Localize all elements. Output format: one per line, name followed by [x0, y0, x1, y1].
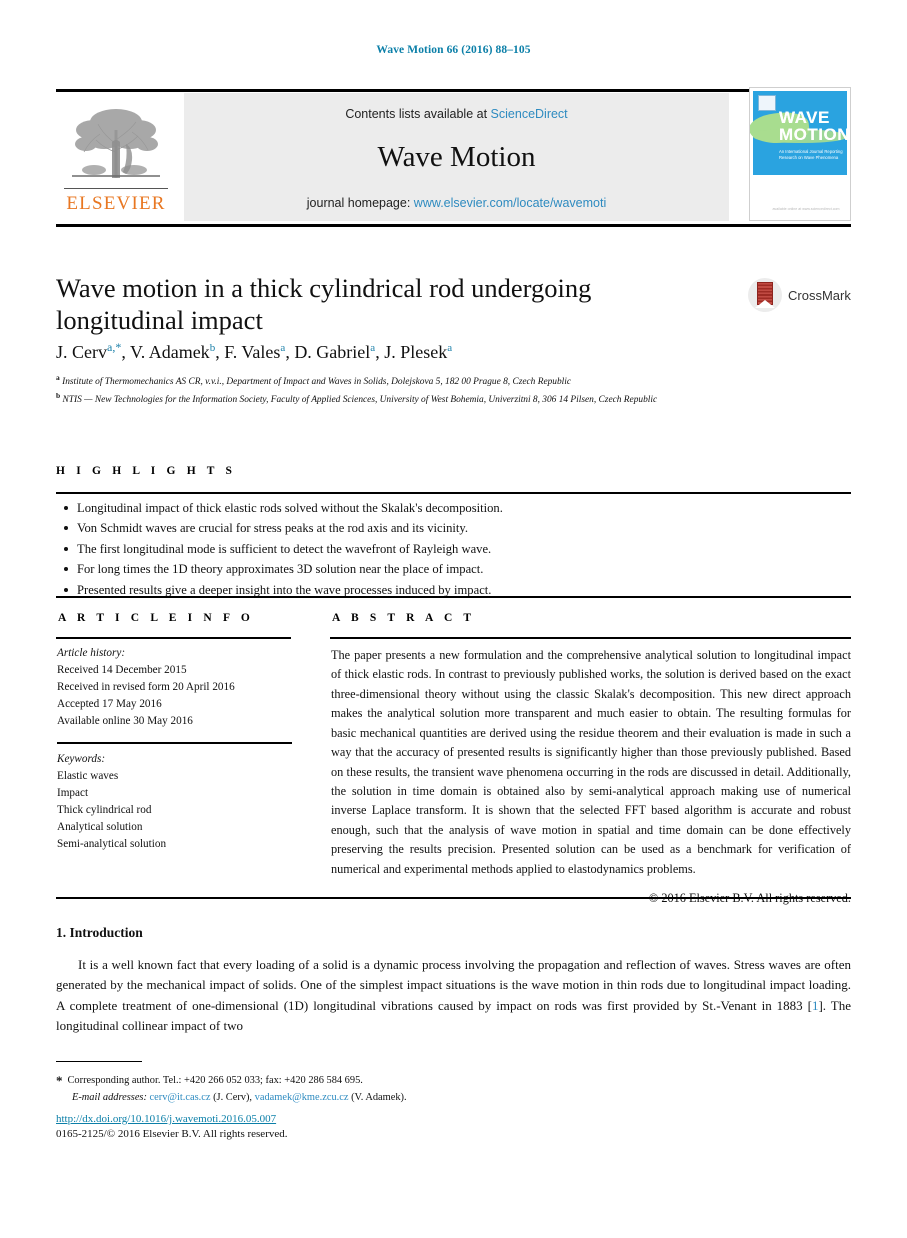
abstract-text: The paper presents a new formulation and… [331, 648, 851, 876]
affiliation-item: b NTIS — New Technologies for the Inform… [56, 390, 816, 408]
homepage-line: journal homepage: www.elsevier.com/locat… [307, 196, 606, 210]
masthead-bottom-rule [56, 224, 851, 227]
affiliation-item: a Institute of Thermomechanics AS CR, v.… [56, 372, 816, 390]
crossmark-icon [748, 278, 782, 312]
keywords-heading: Keywords: [57, 752, 106, 765]
affiliation-mark: a [56, 373, 60, 382]
article-page: Wave Motion 66 (2016) 88–105 ELSEVIER Co… [0, 0, 907, 1238]
email-line: E-mail addresses: cerv@it.cas.cz (J. Cer… [56, 1090, 656, 1107]
contents-prefix: Contents lists available at [345, 106, 488, 121]
corresponding-author-line: * Corresponding author. Tel.: +420 266 05… [56, 1068, 656, 1090]
elsevier-divider [64, 187, 168, 189]
doi-link[interactable]: http://dx.doi.org/10.1016/j.wavemoti.201… [56, 1113, 276, 1125]
author-name: V. Adamek [130, 342, 210, 362]
cover-title-line-1: WAVE [779, 108, 830, 127]
footnote-block: * Corresponding author. Tel.: +420 266 05… [56, 1068, 656, 1107]
highlights-bottom-rule [56, 596, 851, 598]
history-item: Received in revised form 20 April 2016 [57, 681, 235, 694]
keyword-item: Impact [57, 786, 89, 799]
author-marks: b [209, 342, 216, 354]
journal-title: Wave Motion [377, 140, 536, 173]
affiliation-text: Institute of Thermomechanics AS CR, v.v.… [62, 377, 572, 388]
list-item: For long times the 1D theory approximate… [60, 559, 850, 579]
elsevier-logo: ELSEVIER [56, 93, 176, 221]
crossmark-label: CrossMark [788, 287, 851, 303]
affiliation-mark: b [56, 390, 61, 400]
article-info-column: Article history: Received 14 December 20… [57, 645, 307, 853]
keyword-item: Analytical solution [57, 820, 143, 833]
author-marks: a [370, 342, 376, 354]
journal-cover-thumbnail: WAVE MOTION An International Journal Rep… [749, 87, 851, 221]
abstract-heading: A B S T R A C T [332, 612, 476, 624]
journal-homepage-link[interactable]: www.elsevier.com/locate/wavemoti [414, 196, 606, 210]
article-info-heading: A R T I C L E I N F O [58, 612, 254, 624]
keyword-item: Semi-analytical solution [57, 837, 167, 850]
author-marks: a,* [107, 340, 122, 354]
issn-copyright-line: 0165-2125/© 2016 Elsevier B.V. All right… [56, 1128, 288, 1140]
abstract-column: The paper presents a new formulation and… [331, 646, 851, 908]
highlights-list: Longitudinal impact of thick elastic rod… [60, 498, 850, 600]
cover-subtitle: An International Journal Reporting Resea… [779, 149, 843, 160]
elsevier-tree-icon [72, 108, 160, 178]
crossmark-badge[interactable]: CrossMark [748, 277, 853, 313]
keyword-item: Elastic waves [57, 769, 119, 782]
abstract-copyright: © 2016 Elsevier B.V. All rights reserved… [331, 889, 851, 908]
article-info-divider [57, 742, 292, 744]
elsevier-wordmark: ELSEVIER [66, 193, 166, 214]
author-name: F. Vales [224, 342, 281, 362]
article-info-rule [56, 637, 291, 639]
affiliation-list: a Institute of Thermomechanics AS CR, v.… [56, 372, 816, 408]
author-name: J. Cerv [56, 342, 107, 362]
journal-cover-inner: WAVE MOTION An International Journal Rep… [750, 91, 850, 217]
email-owner-cerv: (J. Cerv), [213, 1091, 253, 1103]
footnote-rule [56, 1061, 142, 1063]
masthead: ELSEVIER Contents lists available at Sci… [56, 87, 851, 221]
page-title: Wave motion in a thick cylindrical rod u… [56, 273, 592, 336]
author-marks: a [447, 342, 453, 354]
email-link-adamek[interactable]: vadamek@kme.zcu.cz [255, 1092, 349, 1103]
history-item: Accepted 17 May 2016 [57, 698, 162, 711]
keyword-item: Thick cylindrical rod [57, 803, 152, 816]
email-owner-adamek: (V. Adamek). [351, 1091, 407, 1103]
introduction-paragraph: It is a well known fact that every loadi… [56, 955, 851, 1036]
highlights-top-rule [56, 492, 851, 494]
list-item: Longitudinal impact of thick elastic rod… [60, 498, 850, 518]
cover-title-line-2: MOTION [779, 125, 850, 144]
cover-publisher-icon [758, 95, 776, 111]
intro-text-part-1: It is a well known fact that every loadi… [56, 957, 851, 1013]
contents-line: Contents lists available at ScienceDirec… [345, 107, 567, 121]
corresponding-author-marker: * [56, 1073, 63, 1088]
section-heading-introduction: 1. Introduction [56, 925, 143, 940]
cover-footer-text: available online at www.sciencedirect.co… [772, 207, 840, 211]
homepage-prefix: journal homepage: [306, 195, 411, 210]
abstract-rule [330, 637, 851, 639]
article-history-heading: Article history: [57, 647, 126, 659]
author-name: D. Gabriel [294, 342, 371, 362]
list-item: The first longitudinal mode is sufficien… [60, 539, 850, 559]
running-head: Wave Motion 66 (2016) 88–105 [376, 44, 531, 56]
affiliation-text: NTIS — New Technologies for the Informat… [62, 395, 658, 406]
email-addresses-label: E-mail addresses: [72, 1091, 147, 1103]
history-item: Available online 30 May 2016 [57, 715, 193, 728]
author-list: J. Cerva,*, V. Adamekb, F. Valesa, D. Ga… [56, 340, 453, 362]
history-item: Received 14 December 2015 [57, 664, 187, 677]
cover-title: WAVE MOTION [779, 108, 850, 144]
masthead-top-rule [56, 89, 851, 92]
author-name: J. Plesek [384, 342, 448, 362]
corresponding-author-text: Corresponding author. Tel.: +420 266 052… [67, 1075, 363, 1086]
highlights-heading: H I G H L I G H T S [56, 465, 237, 477]
email-link-cerv[interactable]: cerv@it.cas.cz [150, 1092, 211, 1103]
sciencedirect-link[interactable]: ScienceDirect [491, 107, 568, 121]
abstract-bottom-rule [56, 897, 851, 899]
list-item: Von Schmidt waves are crucial for stress… [60, 518, 850, 538]
journal-band: Contents lists available at ScienceDirec… [184, 93, 729, 221]
author-marks: a [280, 342, 286, 354]
